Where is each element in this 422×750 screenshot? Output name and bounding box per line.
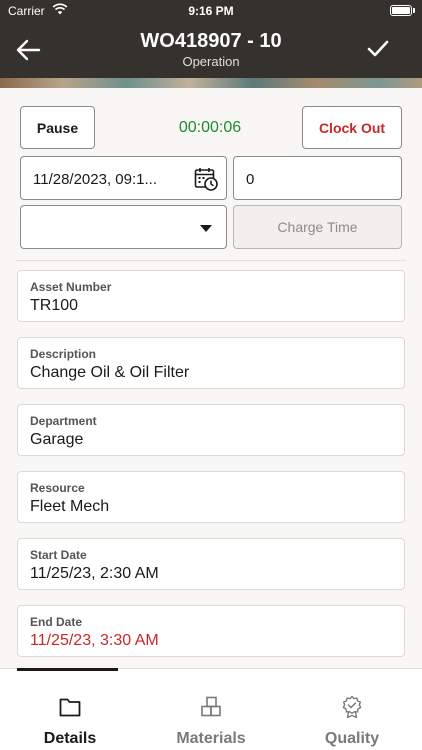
checkmark-icon[interactable] (366, 36, 390, 60)
header-banner-image (0, 78, 422, 88)
department-label: Department (30, 414, 97, 428)
battery-tip (413, 8, 415, 13)
section-divider (16, 260, 406, 261)
description-card: Description Change Oil & Oil Filter (17, 337, 405, 389)
quantity-value: 0 (246, 171, 255, 188)
asset-number-card: Asset Number TR100 (17, 270, 405, 322)
start-date-label: Start Date (30, 548, 87, 562)
pause-button[interactable]: Pause (20, 106, 95, 149)
status-time: 9:16 PM (188, 4, 234, 18)
dropdown-caret-icon (200, 225, 212, 232)
tab-quality-label: Quality (324, 730, 380, 747)
tab-details[interactable]: Details (0, 669, 140, 750)
charge-time-button[interactable]: Charge Time (233, 205, 402, 249)
end-date-card: End Date 11/25/23, 3:30 AM (17, 605, 405, 657)
start-date-value: 11/25/23, 2:30 AM (30, 565, 159, 582)
description-label: Description (30, 347, 97, 361)
tab-details-label: Details (43, 730, 97, 747)
calendar-clock-icon[interactable] (194, 167, 218, 191)
resource-label: Resource (30, 481, 85, 495)
quantity-field[interactable]: 0 (233, 156, 402, 200)
nav-bar: WO418907 - 10 Operation (0, 22, 422, 78)
charge-type-select[interactable] (20, 205, 227, 249)
end-date-label: End Date (30, 615, 83, 629)
battery-icon (390, 5, 412, 16)
asset-number-value: TR100 (30, 297, 79, 314)
department-value: Garage (30, 431, 84, 448)
page-title: WO418907 - 10 (140, 30, 282, 52)
elapsed-timer: 00:00:06 (178, 119, 242, 136)
department-card: Department Garage (17, 404, 405, 456)
resource-value: Fleet Mech (30, 498, 110, 515)
resource-card: Resource Fleet Mech (17, 471, 405, 523)
quality-badge-icon (342, 695, 362, 719)
start-date-card: Start Date 11/25/23, 2:30 AM (17, 538, 405, 590)
page-subtitle: Operation (182, 54, 240, 69)
description-value: Change Oil & Oil Filter (30, 364, 190, 381)
bottom-tab-bar: Details Materials Quality (0, 668, 422, 750)
status-bar: Carrier 9:16 PM (0, 0, 422, 22)
asset-number-label: Asset Number (30, 280, 112, 294)
folder-icon (59, 698, 81, 717)
tab-materials[interactable]: Materials (141, 669, 281, 750)
active-tab-indicator (17, 668, 118, 671)
date-time-field[interactable]: 11/28/2023, 09:1... (20, 156, 227, 200)
clock-out-button[interactable]: Clock Out (302, 106, 402, 149)
end-date-value: 11/25/23, 3:30 AM (30, 632, 159, 649)
tab-quality[interactable]: Quality (282, 669, 422, 750)
materials-icon (201, 696, 221, 717)
tab-materials-label: Materials (176, 730, 246, 747)
date-time-value: 11/28/2023, 09:1... (33, 171, 157, 188)
